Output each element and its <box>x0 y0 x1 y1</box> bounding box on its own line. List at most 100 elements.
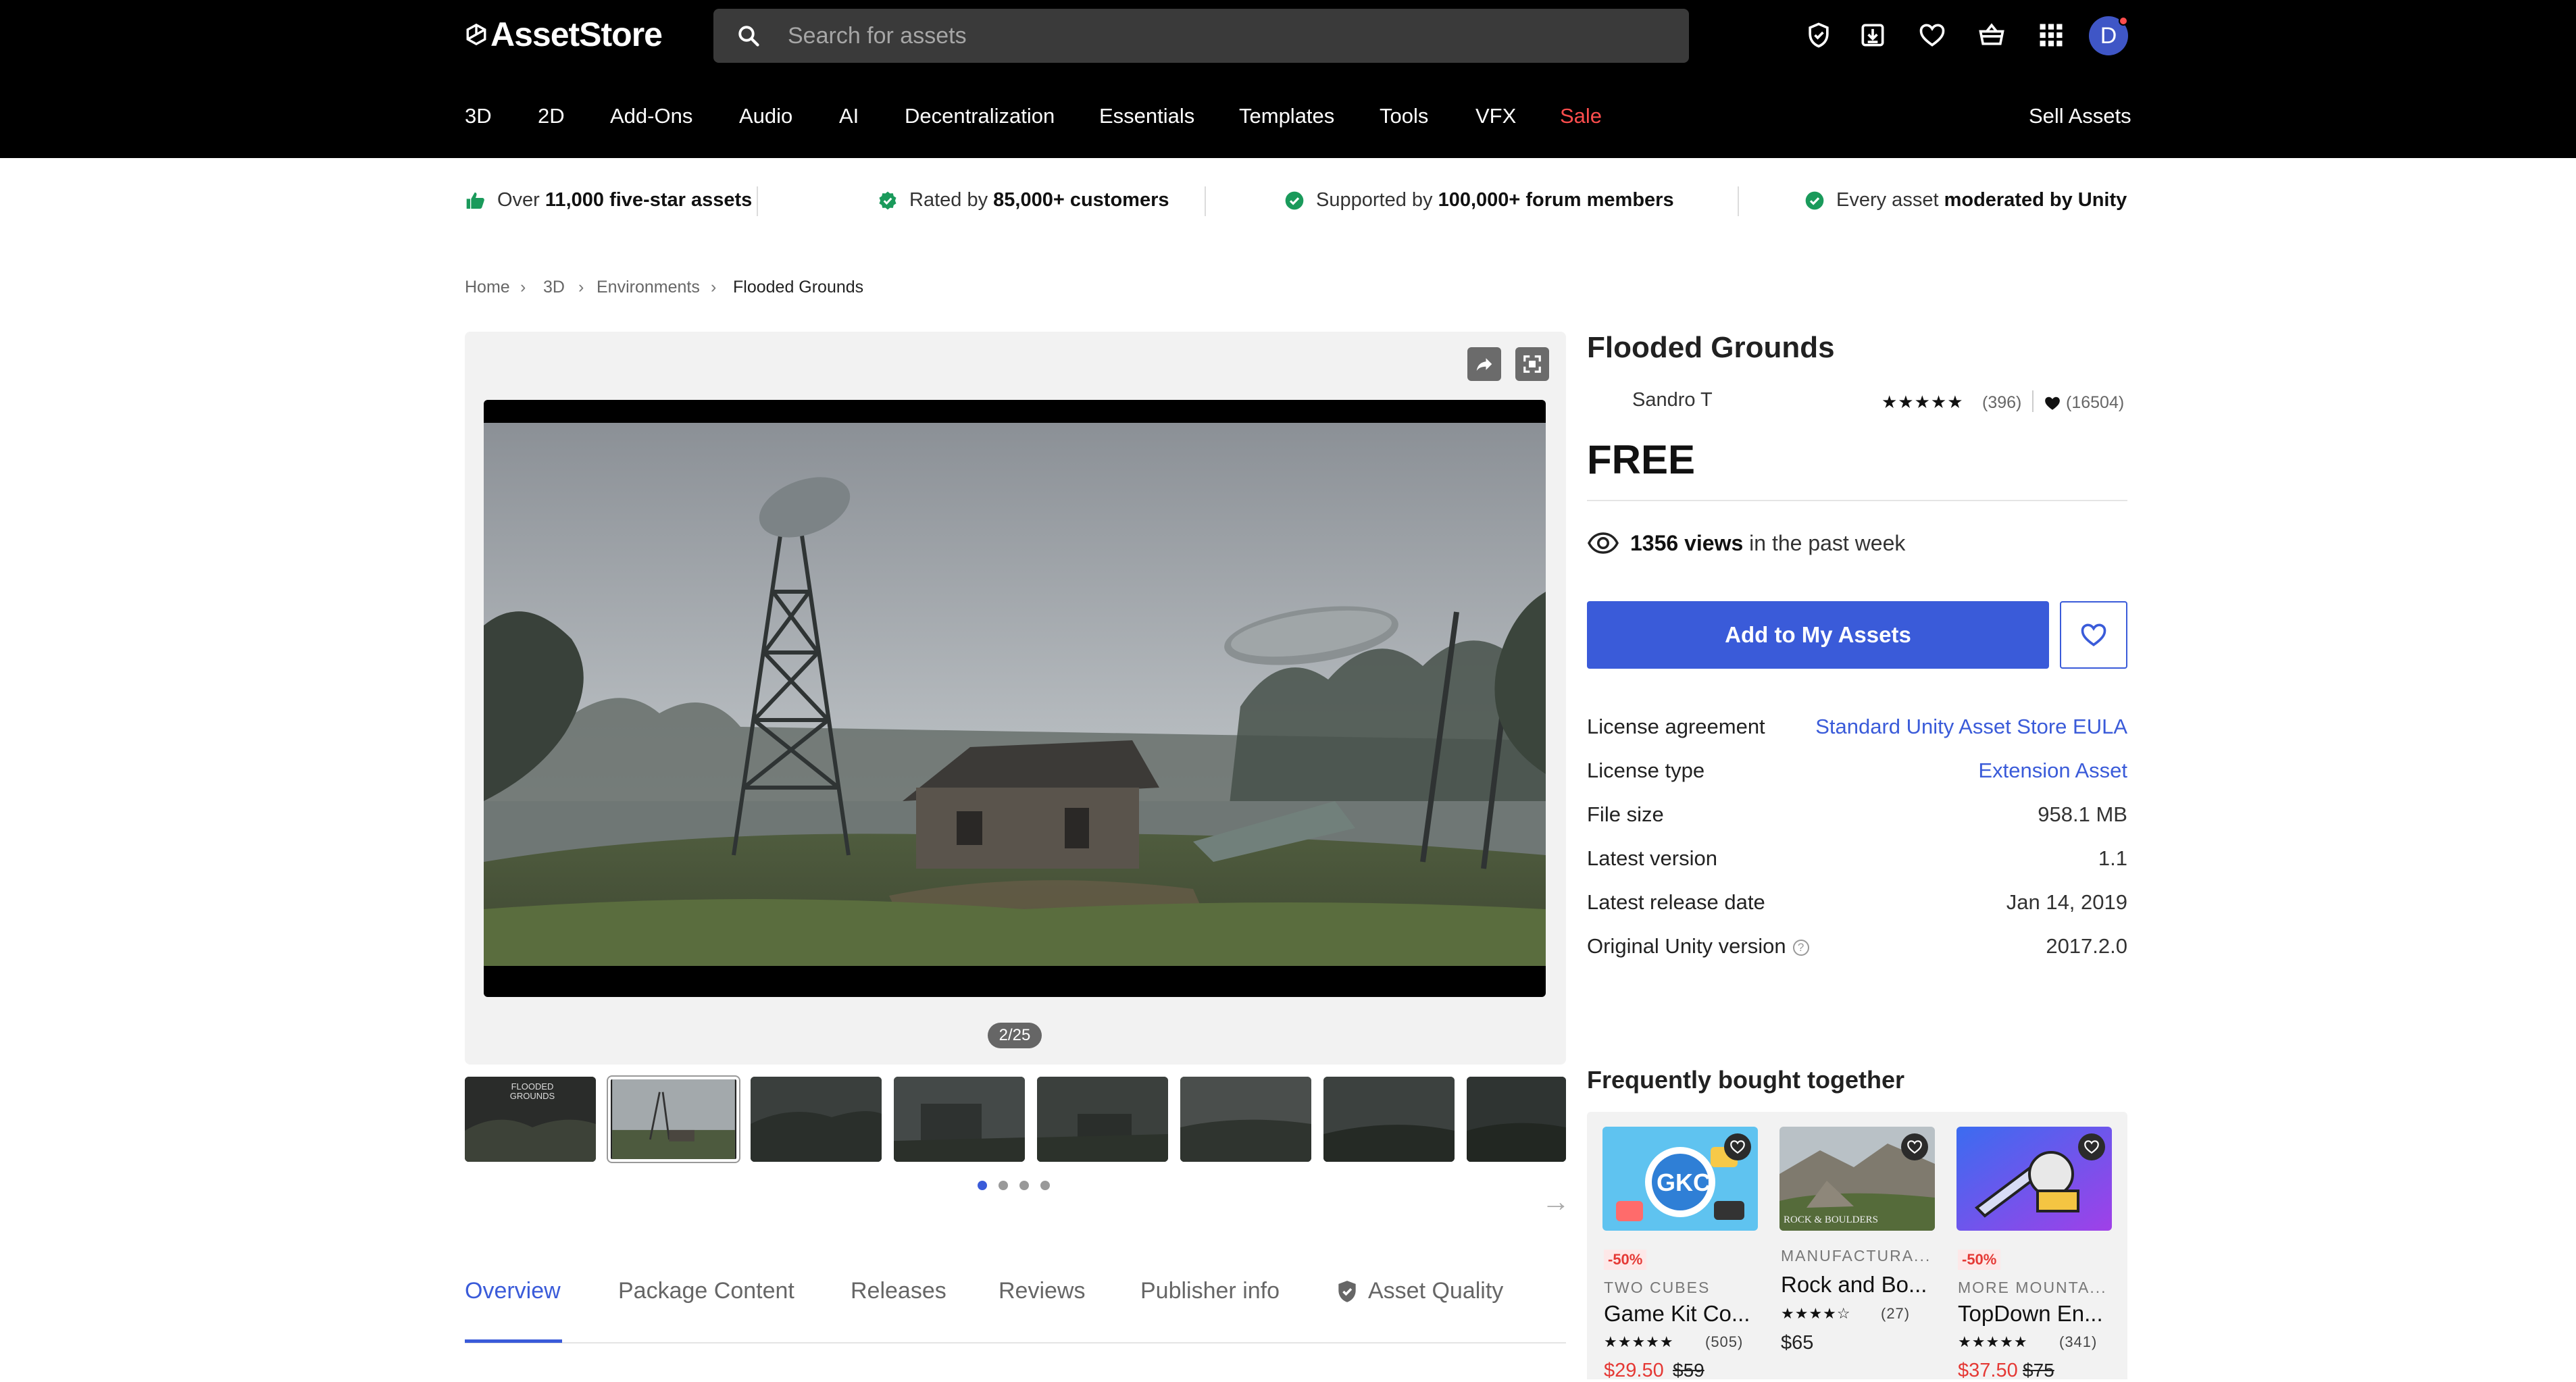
search-icon <box>738 26 759 47</box>
help-icon[interactable]: ? <box>1792 939 1809 956</box>
breadcrumb-3d[interactable]: 3D <box>543 278 565 297</box>
fbt-card[interactable] <box>1956 1127 2112 1231</box>
nav-sale[interactable]: Sale <box>1560 104 1602 128</box>
breadcrumb-home[interactable]: Home <box>465 278 510 297</box>
rating-count[interactable]: (396) <box>1982 393 2021 413</box>
image-counter: 2/25 <box>988 1023 1042 1048</box>
license-agreement-label: License agreement <box>1587 715 1765 738</box>
thumbnail[interactable] <box>1037 1077 1168 1162</box>
top-header: AssetStore D 3D 2D Add-Ons Audio AI Dece… <box>0 0 2576 158</box>
nav-essentials[interactable]: Essentials <box>1099 104 1194 128</box>
add-to-favorites-button[interactable] <box>2060 601 2127 669</box>
unity-version-value: 2017.2.0 <box>2046 934 2127 958</box>
unity-version-text: Original Unity version <box>1587 934 1786 958</box>
heart-icon <box>2081 623 2106 646</box>
card-publisher[interactable]: MANUFACTURA... <box>1781 1247 1931 1265</box>
heart-icon[interactable] <box>1901 1133 1928 1160</box>
logo-text: AssetStore <box>490 16 663 53</box>
breadcrumb-environments[interactable]: Environments <box>597 278 700 297</box>
nav-2d[interactable]: 2D <box>538 104 565 128</box>
carousel-dot[interactable] <box>978 1181 987 1190</box>
trust-bold: 11,000 five-star assets <box>545 189 753 211</box>
license-agreement-link[interactable]: Standard Unity Asset Store EULA <box>1815 715 2127 739</box>
fbt-card[interactable]: ROCK & BOULDERS <box>1779 1127 1935 1231</box>
trust-pre: Supported by <box>1316 189 1433 211</box>
sell-assets-link[interactable]: Sell Assets <box>2029 104 2131 128</box>
check-circle-icon <box>1285 191 1304 209</box>
fullscreen-icon[interactable] <box>1515 347 1549 381</box>
download-icon[interactable] <box>1855 18 1890 53</box>
card-old-price: $59 <box>1673 1360 1704 1381</box>
trust-item-supported: Supported by 100,000+ forum members <box>1284 189 1674 211</box>
card-name[interactable]: Game Kit Co... <box>1604 1301 1750 1327</box>
tab-asset-quality[interactable]: Asset Quality <box>1334 1278 1503 1304</box>
nav-3d[interactable]: 3D <box>465 104 492 128</box>
chevron-right-icon: › <box>711 278 717 297</box>
thumbnail[interactable] <box>1180 1077 1311 1162</box>
thumbnail[interactable] <box>894 1077 1025 1162</box>
thumbnail[interactable] <box>751 1077 882 1162</box>
share-icon[interactable] <box>1467 347 1501 381</box>
trust-item-rated: Rated by 85,000+ customers <box>877 189 1169 211</box>
check-circle-icon <box>1805 191 1824 209</box>
discount-badge: -50% <box>1958 1250 2001 1270</box>
nav-vfx[interactable]: VFX <box>1475 104 1516 128</box>
nav-add-ons[interactable]: Add-Ons <box>610 104 692 128</box>
thumbnail-title: FLOODED GROUNDS <box>509 1081 555 1102</box>
card-image: ROCK & BOULDERS <box>1779 1127 1935 1231</box>
latest-version-label: Latest version <box>1587 846 1717 870</box>
thumbnail[interactable] <box>1467 1077 1566 1162</box>
heart-icon[interactable] <box>2078 1133 2105 1160</box>
verified-badge-icon <box>879 191 896 209</box>
discount-badge: -50% <box>1604 1250 1647 1270</box>
favorite-count: (16504) <box>2066 393 2125 412</box>
add-to-my-assets-button[interactable]: Add to My Assets <box>1587 601 2049 669</box>
main-preview-image[interactable] <box>484 400 1546 997</box>
search-input[interactable] <box>788 22 1598 49</box>
search-bar[interactable] <box>713 9 1689 63</box>
card-publisher[interactable]: MORE MOUNTA... <box>1958 1279 2107 1297</box>
nav-templates[interactable]: Templates <box>1239 104 1334 128</box>
nav-ai[interactable]: AI <box>839 104 859 128</box>
file-size-value: 958.1 MB <box>2038 802 2127 826</box>
trust-pre: Rated by <box>909 189 988 211</box>
license-type-link[interactable]: Extension Asset <box>1978 759 2127 783</box>
tab-publisher-info[interactable]: Publisher info <box>1140 1278 1280 1304</box>
fbt-card[interactable]: GKC <box>1602 1127 1758 1231</box>
basket-icon[interactable] <box>1974 18 2009 53</box>
asset-store-logo[interactable]: AssetStore <box>465 15 663 54</box>
thumbnail-selected[interactable] <box>608 1077 739 1162</box>
tab-package-content[interactable]: Package Content <box>618 1278 794 1304</box>
divider <box>1738 186 1739 216</box>
tab-releases[interactable]: Releases <box>851 1278 946 1304</box>
nav-decentralization[interactable]: Decentralization <box>905 104 1055 128</box>
publisher-name[interactable]: Sandro T <box>1632 389 1713 411</box>
thumbnail[interactable] <box>1323 1077 1455 1162</box>
unity-version-label: Original Unity version? <box>1587 934 1809 958</box>
arrow-right-icon[interactable]: → <box>1542 1185 1570 1218</box>
card-rating-count: (27) <box>1881 1305 1911 1322</box>
apps-grid-icon[interactable] <box>2034 18 2069 53</box>
heart-icon[interactable] <box>1915 18 1950 53</box>
card-rating-count: (505) <box>1705 1333 1744 1350</box>
carousel-dot[interactable] <box>999 1181 1008 1190</box>
card-logo-text: GKC <box>1657 1169 1711 1196</box>
file-size-label: File size <box>1587 802 1664 826</box>
thumbs-up-icon <box>466 192 484 209</box>
card-rating-count: (341) <box>2059 1333 2098 1350</box>
chevron-right-icon: › <box>578 278 584 297</box>
card-name[interactable]: Rock and Bo... <box>1781 1272 1927 1298</box>
tab-reviews[interactable]: Reviews <box>999 1278 1085 1304</box>
card-publisher[interactable]: TWO CUBES <box>1604 1279 1710 1297</box>
carousel-dot[interactable] <box>1019 1181 1029 1190</box>
heart-icon[interactable] <box>1724 1133 1751 1160</box>
carousel-dot[interactable] <box>1040 1181 1050 1190</box>
latest-version-value: 1.1 <box>2098 846 2127 870</box>
card-name[interactable]: TopDown En... <box>1958 1301 2103 1327</box>
thumbnail[interactable]: FLOODED GROUNDS <box>465 1077 596 1162</box>
release-date-label: Latest release date <box>1587 890 1765 914</box>
tab-overview[interactable]: Overview <box>465 1278 561 1304</box>
shield-check-icon[interactable] <box>1801 18 1836 53</box>
nav-tools[interactable]: Tools <box>1380 104 1428 128</box>
nav-audio[interactable]: Audio <box>739 104 792 128</box>
